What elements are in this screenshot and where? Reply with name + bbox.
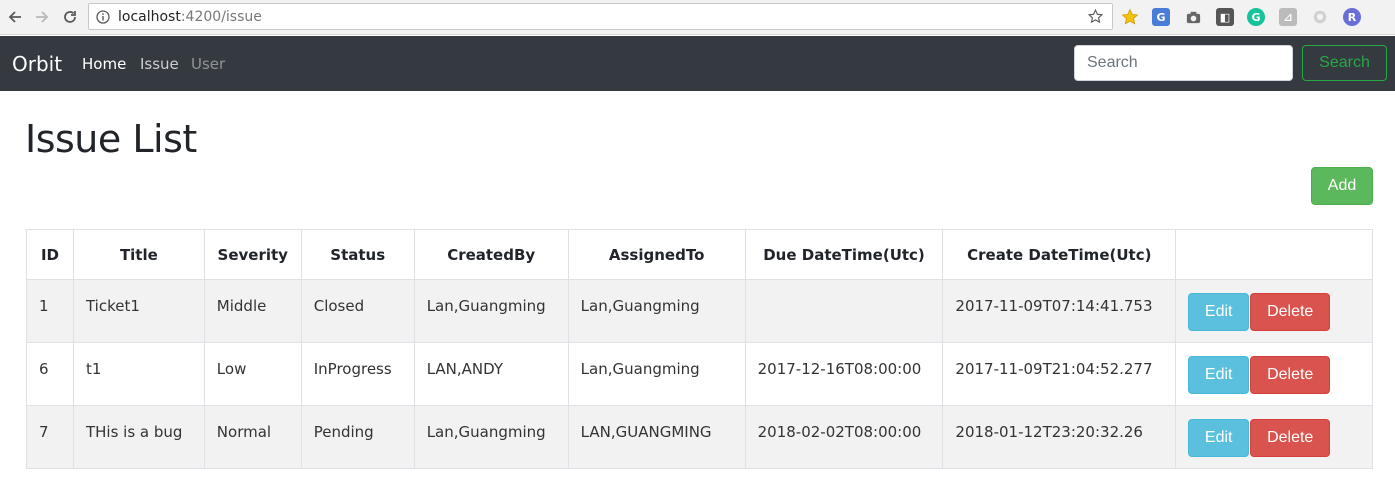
cell-actions: Edit Delete <box>1175 342 1373 406</box>
column-header-due-datetime: Due DateTime(Utc) <box>744 229 944 280</box>
issue-table: ID Title Severity Status CreatedBy Assig… <box>26 229 1373 469</box>
cell-created-by: LAN,ANDY <box>413 342 569 406</box>
delete-button[interactable]: Delete <box>1250 356 1331 394</box>
cell-title: THis is a bug <box>72 405 205 469</box>
column-header-actions <box>1175 229 1373 280</box>
cell-create-datetime: 2018-01-12T23:20:32.26 <box>942 405 1177 469</box>
column-header-create-datetime: Create DateTime(Utc) <box>942 229 1177 280</box>
note-extension-icon[interactable]: ◧ <box>1216 8 1234 26</box>
column-header-severity: Severity <box>203 229 302 280</box>
url-text: localhost:4200/issue <box>118 9 262 25</box>
cell-id: 1 <box>26 279 74 343</box>
cell-severity: Low <box>203 342 302 406</box>
search-button[interactable]: Search <box>1302 45 1387 81</box>
cell-id: 6 <box>26 342 74 406</box>
table-row: 1 Ticket1 Middle Closed Lan,Guangming La… <box>26 279 1373 343</box>
cell-status: InProgress <box>300 342 415 406</box>
add-issue-button[interactable]: Add <box>1311 167 1373 205</box>
table-row: 7 THis is a bug Normal Pending Lan,Guang… <box>26 405 1373 469</box>
column-header-title: Title <box>72 229 205 280</box>
nav-link-user[interactable]: User <box>191 55 225 73</box>
camera-extension-icon[interactable] <box>1184 8 1202 26</box>
cell-actions: Edit Delete <box>1175 279 1373 343</box>
disabled-extension-icon[interactable] <box>1311 8 1329 26</box>
cell-assigned-to: LAN,GUANGMING <box>567 405 746 469</box>
table-header-row: ID Title Severity Status CreatedBy Assig… <box>26 229 1373 280</box>
cell-title: Ticket1 <box>72 279 205 343</box>
cell-due-datetime <box>744 279 944 343</box>
cell-create-datetime: 2017-11-09T07:14:41.753 <box>942 279 1177 343</box>
cell-assigned-to: Lan,Guangming <box>567 279 746 343</box>
nav-link-issue[interactable]: Issue <box>140 55 179 73</box>
page-title: Issue List <box>25 117 197 161</box>
top-navbar: Orbit Home Issue User Search <box>0 36 1395 91</box>
cell-created-by: Lan,Guangming <box>413 279 569 343</box>
column-header-created-by: CreatedBy <box>413 229 569 280</box>
nav-link-home[interactable]: Home <box>82 55 126 73</box>
column-header-id: ID <box>26 229 74 280</box>
star-extension-icon[interactable] <box>1121 8 1139 26</box>
cell-severity: Middle <box>203 279 302 343</box>
delete-button[interactable]: Delete <box>1250 293 1331 331</box>
cell-create-datetime: 2017-11-09T21:04:52.277 <box>942 342 1177 406</box>
edit-button[interactable]: Edit <box>1188 356 1250 394</box>
cell-actions: Edit Delete <box>1175 405 1373 469</box>
back-arrow-icon[interactable] <box>5 7 25 27</box>
cell-status: Pending <box>300 405 415 469</box>
column-header-assigned-to: AssignedTo <box>567 229 746 280</box>
cell-due-datetime: 2017-12-16T08:00:00 <box>744 342 944 406</box>
cell-severity: Normal <box>203 405 302 469</box>
profile-extension-icon[interactable]: R <box>1343 8 1361 26</box>
cell-due-datetime: 2018-02-02T08:00:00 <box>744 405 944 469</box>
cell-status: Closed <box>300 279 415 343</box>
edit-button[interactable]: Edit <box>1188 419 1250 457</box>
forward-arrow-icon[interactable] <box>32 7 52 27</box>
pdf-extension-icon[interactable]: ⊿ <box>1279 8 1297 26</box>
table-row: 6 t1 Low InProgress LAN,ANDY Lan,Guangmi… <box>26 342 1373 406</box>
cell-created-by: Lan,Guangming <box>413 405 569 469</box>
cell-id: 7 <box>26 405 74 469</box>
grammarly-extension-icon[interactable]: G <box>1247 8 1265 26</box>
info-icon[interactable] <box>96 10 110 24</box>
brand-logo[interactable]: Orbit <box>12 52 62 76</box>
cell-assigned-to: Lan,Guangming <box>567 342 746 406</box>
translate-extension-icon[interactable]: G <box>1152 8 1170 26</box>
column-header-status: Status <box>300 229 415 280</box>
address-bar[interactable]: localhost:4200/issue <box>88 3 1113 30</box>
cell-title: t1 <box>72 342 205 406</box>
search-input[interactable] <box>1074 45 1293 81</box>
delete-button[interactable]: Delete <box>1250 419 1331 457</box>
bookmark-star-icon[interactable] <box>1087 8 1104 25</box>
edit-button[interactable]: Edit <box>1188 293 1250 331</box>
reload-icon[interactable] <box>60 7 80 27</box>
browser-toolbar: localhost:4200/issue G ◧ G ⊿ R <box>0 0 1395 35</box>
